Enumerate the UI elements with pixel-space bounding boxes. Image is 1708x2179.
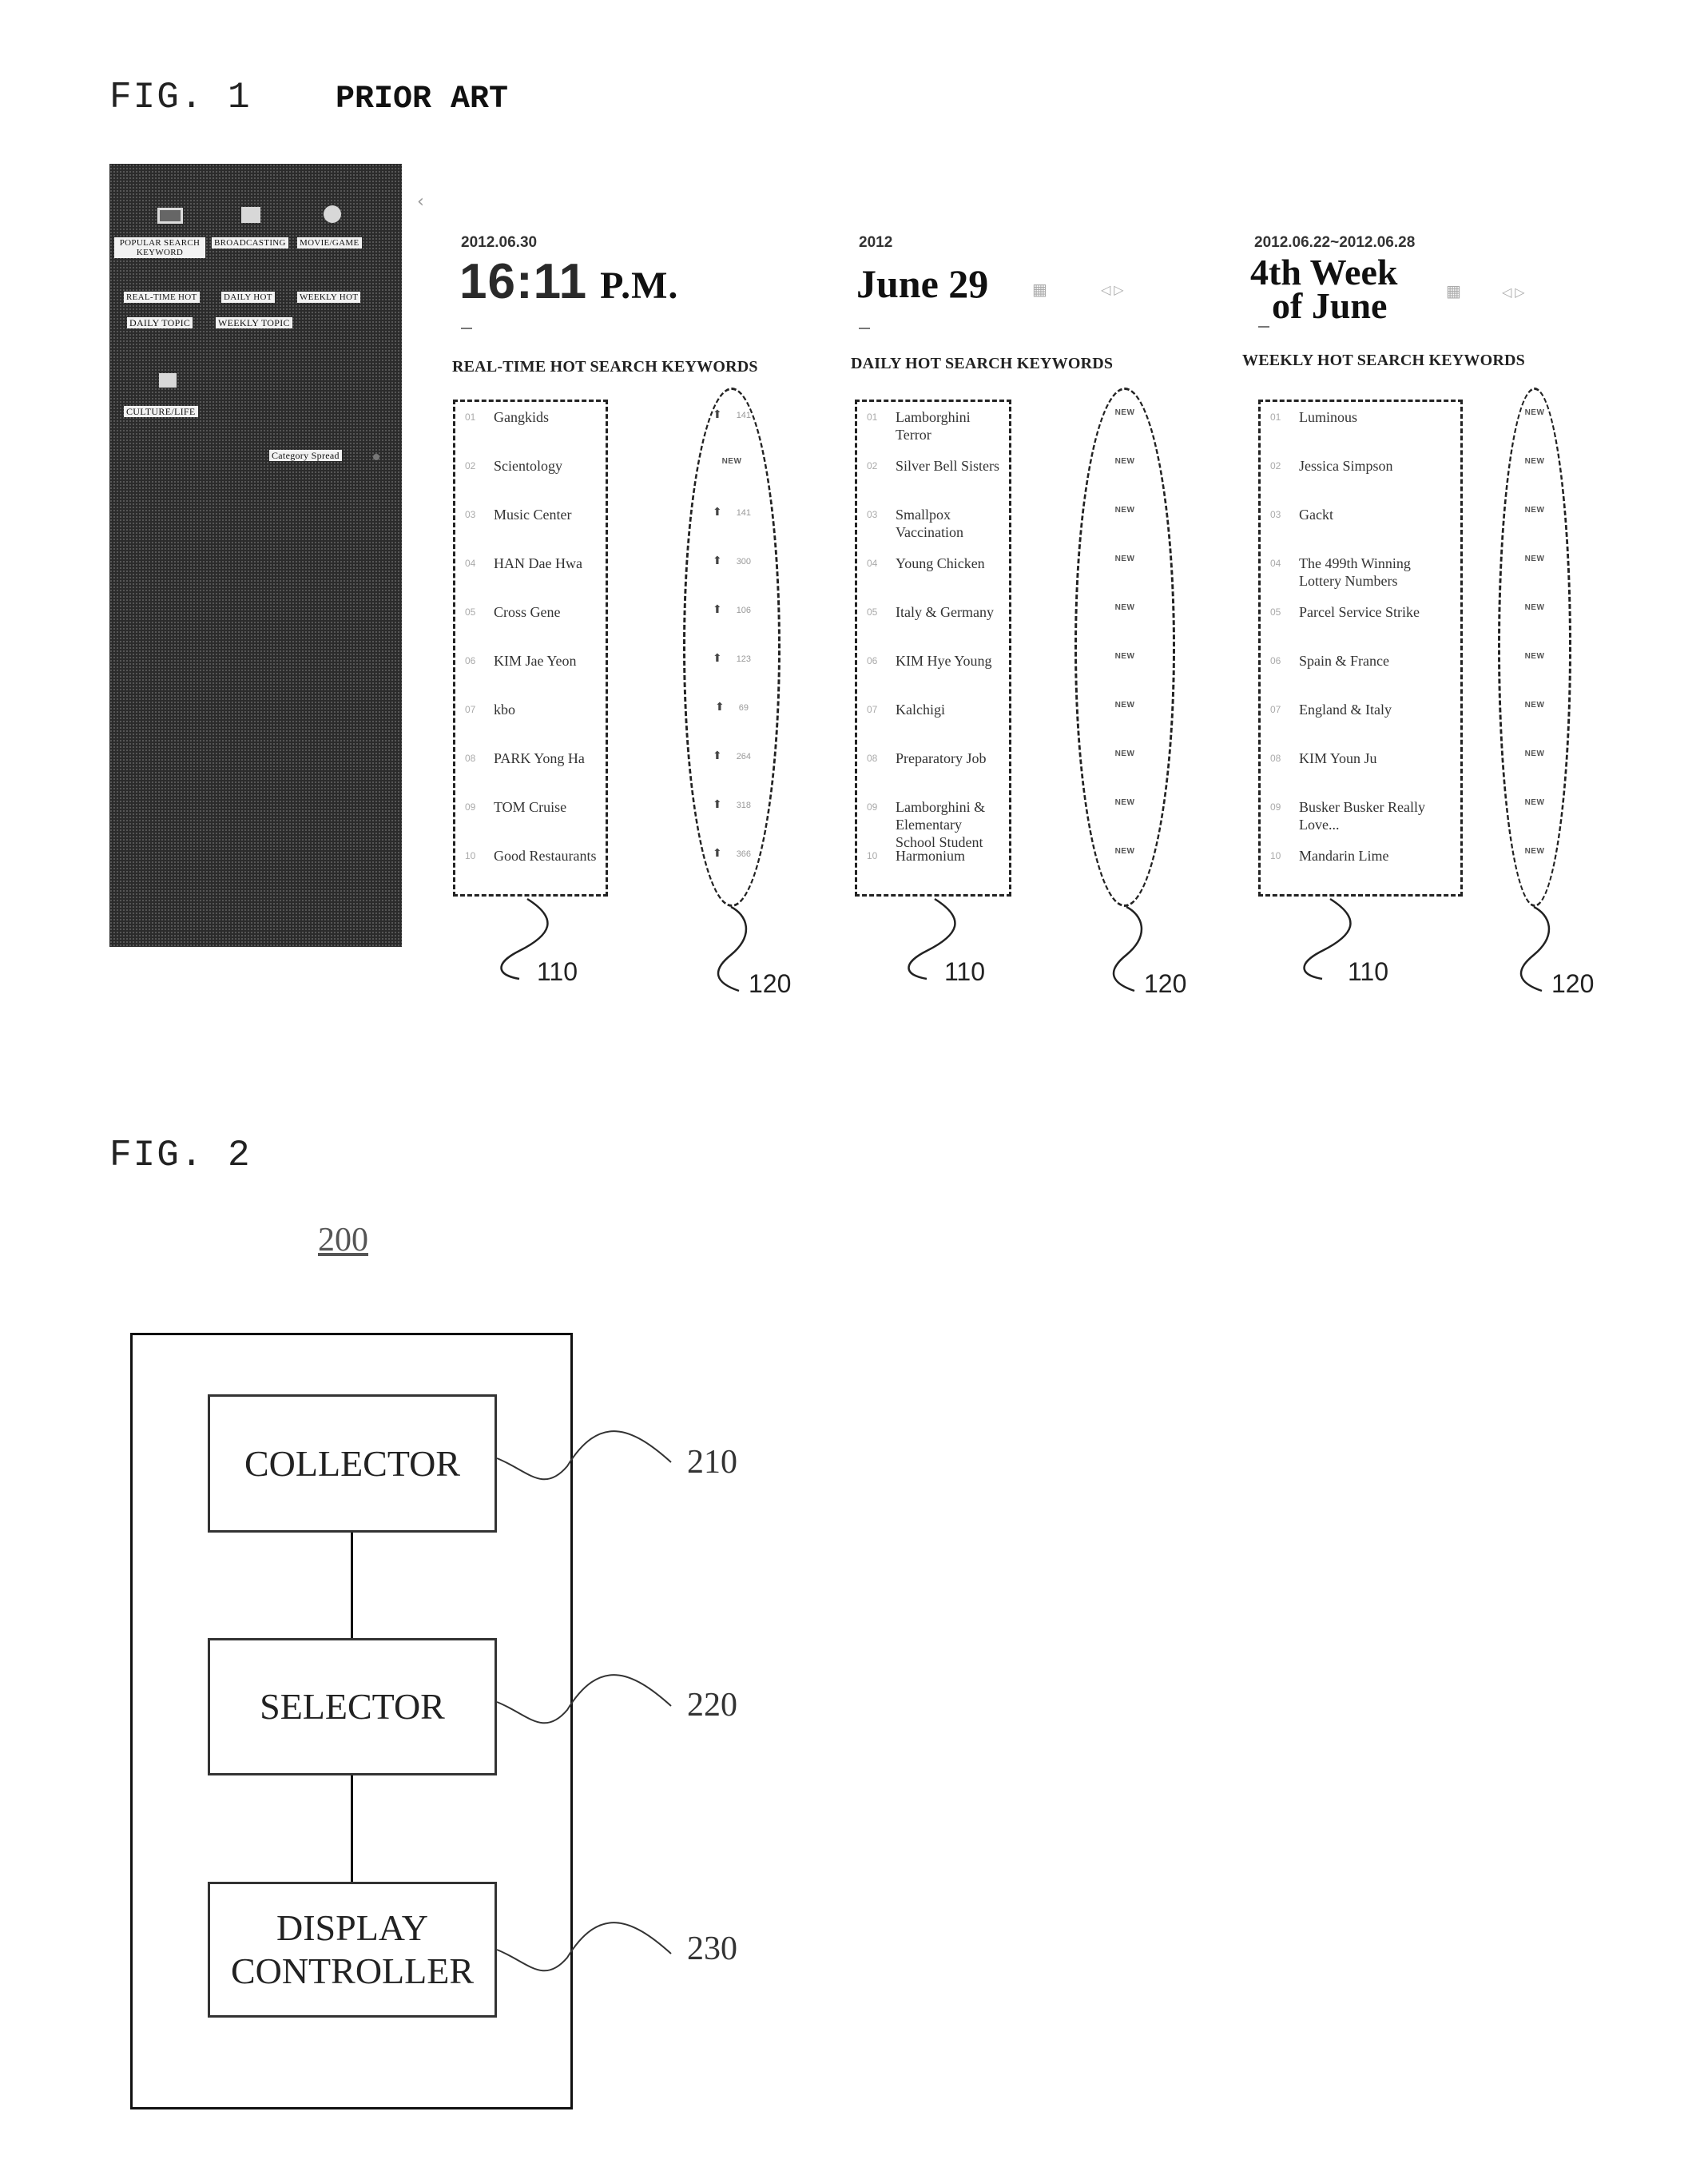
- leader-220: [496, 1674, 672, 1724]
- fig2-leader-lines: [496, 1430, 672, 1972]
- ref-230: 230: [687, 1930, 737, 1967]
- ref-210: 210: [687, 1444, 737, 1481]
- leader-210: [496, 1430, 672, 1481]
- ref-220: 220: [687, 1687, 737, 1724]
- leader-230: [496, 1922, 672, 1972]
